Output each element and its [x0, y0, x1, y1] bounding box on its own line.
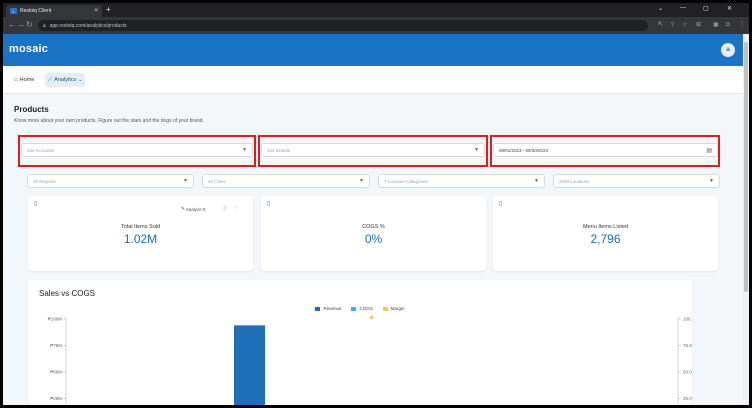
caret-down-icon: ▼ [359, 178, 364, 184]
cities-select-value: 34 Cities [208, 178, 226, 184]
sales-vs-cogs-card: Sales vs COGS Revenue COGS Margin ₱100M ₱… [28, 280, 692, 405]
menu-icon[interactable]: ⋮ [739, 22, 745, 28]
chart-plot: ₱100M ₱75M ₱50M ₱25M 100.00% 75.00% 50.00% 25.0… [48, 316, 692, 405]
analyze-icon: ✎ [181, 206, 185, 211]
cities-select[interactable]: 34 Cities ▼ [202, 174, 370, 188]
nav-item-home[interactable]: ⌂ Home [11, 73, 37, 87]
profile-icon[interactable]: ◘ [726, 22, 730, 28]
close-window-button[interactable]: ✕ [727, 5, 732, 12]
y-tick-label-left: ₱100M [48, 317, 63, 322]
kpi-card-total-items: ▯ ✎ Analyze It ⓘ ⋮ Total Items Sold 1.02… [28, 196, 253, 271]
location-categories-select[interactable]: 7 Location Categories ▼ [378, 174, 545, 188]
nav-item-label: Analytics [54, 77, 77, 83]
scrollbar-thumb[interactable] [744, 42, 748, 292]
cast-icon[interactable]: ⇱ [658, 22, 663, 28]
browser-toolbar: ← → ↻ 🔒︎ app.restoiq.com/analytics/produ… [3, 17, 749, 34]
card-doc-icon: ▯ [267, 201, 271, 207]
card-doc-icon: ▯ [499, 201, 503, 207]
regions-select-value: 10 Regions [33, 178, 56, 184]
y-tick-label-right: 25.00% [683, 396, 692, 401]
extensions-icon[interactable]: ⊞ [696, 22, 701, 28]
favicon-icon: ▪ [10, 8, 17, 14]
tab-title: Restoiq Client [20, 8, 52, 14]
y-tick-label-left: ₱25M [50, 396, 62, 401]
reload-icon[interactable]: ↻ [26, 21, 33, 29]
browser-tab[interactable]: ▪ Restoiq Client × [6, 5, 102, 17]
app-nav: ⌂ Home ⟋ Analytics ⌄ [3, 66, 743, 94]
locations-select[interactable]: 2000 Locations ▼ [553, 174, 720, 188]
scrollbar[interactable] [743, 34, 749, 405]
highlight-box-accounts [18, 135, 256, 167]
forward-icon[interactable]: → [17, 21, 25, 29]
regions-select[interactable]: 10 Regions ▼ [27, 174, 194, 188]
more-icon[interactable]: ⋮ [233, 205, 238, 211]
caret-down-icon: ▼ [534, 178, 539, 184]
page-title: Products [14, 105, 49, 114]
screen: ▪ Restoiq Client × + ⌄ — ▢ ✕ ← → ↻ 🔒︎ ap… [3, 3, 749, 405]
kpi-value: 0% [364, 232, 383, 246]
y-tick-label-left: ₱50M [50, 370, 62, 375]
chevron-down-icon: ⌄ [78, 77, 83, 83]
avatar[interactable]: a [721, 43, 735, 57]
highlight-box-date [490, 135, 720, 167]
sidepanel-icon[interactable]: ▣ [713, 22, 719, 28]
nav-item-analytics[interactable]: ⟋ Analytics ⌄ [45, 73, 86, 87]
home-icon: ⌂ [14, 77, 18, 83]
tab-close-icon[interactable]: × [94, 8, 98, 14]
trend-icon: ⟋ [48, 76, 53, 83]
revenue-bar [234, 325, 265, 405]
share-icon[interactable]: ⇪ [670, 22, 675, 28]
y-tick-label-right: 50.00% [683, 370, 692, 375]
minimize-button[interactable]: — [680, 5, 686, 11]
margin-point [370, 316, 373, 319]
url-text: app.restoiq.com/analytics/products [49, 22, 127, 29]
kpi-value: 1.02M [123, 232, 158, 246]
caret-down-icon: ▼ [183, 178, 188, 184]
nav-item-label: Home [19, 77, 35, 83]
kpi-label: Menu Items Listed [583, 224, 628, 230]
locations-select-value: 2000 Locations [559, 178, 590, 184]
address-bar[interactable]: 🔒︎ app.restoiq.com/analytics/products [38, 20, 648, 31]
kpi-label: Total Items Sold [120, 224, 161, 230]
lock-icon: 🔒︎ [43, 22, 46, 29]
info-icon[interactable]: ⓘ [222, 205, 227, 212]
kpi-label: COGS % [362, 224, 385, 230]
location-categories-select-value: 7 Location Categories [384, 178, 428, 184]
new-tab-button[interactable]: + [106, 5, 111, 15]
card-doc-icon: ▯ [34, 201, 38, 207]
app-logo[interactable]: mosaic [9, 43, 48, 55]
y-tick-label-left: ₱75M [50, 343, 62, 348]
app-header: mosaic a [3, 34, 743, 66]
maximize-button[interactable]: ▢ [703, 5, 709, 12]
browser-tabbar: ▪ Restoiq Client × + ⌄ — ▢ ✕ [3, 3, 749, 17]
analyze-it-label: Analyze It [185, 206, 206, 212]
page-subtitle: Know more about your own products. Figur… [14, 118, 204, 124]
kpi-card-cogs: ▯ COGS % 0% [261, 196, 486, 271]
y-tick-label-right: 75.00% [683, 343, 692, 348]
kpi-card-menu-items: ▯ Menu Items Listed 2,796 [493, 196, 718, 271]
y-tick-label-right: 100.00% [683, 317, 692, 322]
kpi-value: 2,796 [590, 232, 621, 246]
highlight-box-brands [258, 135, 488, 167]
caret-down-icon: ▼ [709, 178, 714, 184]
bookmark-star-icon[interactable]: ☆ [682, 22, 687, 28]
analyze-it-button[interactable]: ✎ Analyze It [181, 206, 207, 212]
back-icon[interactable]: ← [8, 21, 16, 29]
tab-search-icon[interactable]: ⌄ [658, 5, 663, 12]
